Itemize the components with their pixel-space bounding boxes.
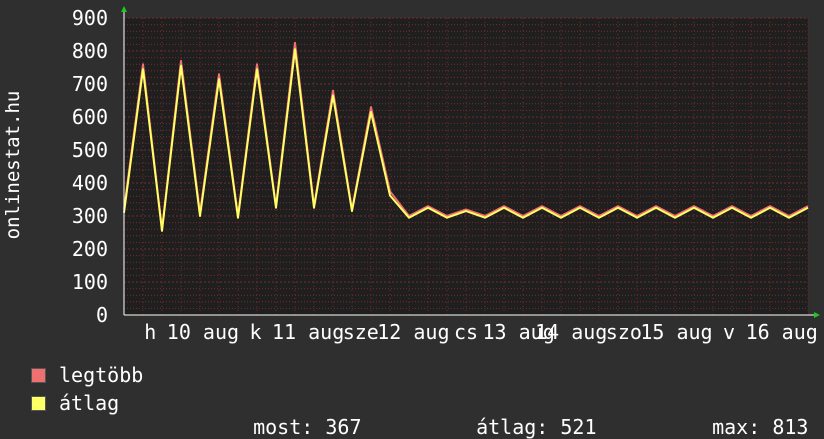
y-tick-label: 700 [72, 72, 108, 96]
y-tick-label: 900 [72, 6, 108, 30]
stat-most-value: 367 [325, 415, 362, 439]
x-tick-label: k [250, 320, 262, 344]
x-tick-label: h [144, 320, 156, 344]
x-tick-label: v [723, 320, 735, 344]
y-tick-label: 400 [72, 171, 108, 195]
x-tick-label: szo [606, 320, 642, 344]
y-tick-label: 300 [72, 204, 108, 228]
y-tick-label: 100 [72, 270, 108, 294]
legend-item-legtobb: legtöbb [31, 363, 143, 387]
x-tick-label: 11 aug [272, 320, 344, 344]
y-tick-label: 800 [72, 39, 108, 63]
stat-atlag: átlag: 521 [452, 391, 597, 439]
chart-canvas: 0 100 200 300 400 500 600 700 800 900 h 10 aug k 11 a… [72, 6, 820, 344]
x-tick-label: sze [343, 320, 379, 344]
stat-max: max: 813 [688, 391, 808, 439]
y-tick-label: 500 [72, 138, 108, 162]
x-axis-arrow [814, 312, 820, 318]
y-axis-label: onlinestat.hu [2, 90, 24, 240]
y-axis-arrow [121, 6, 127, 12]
x-tick-label: 16 aug [746, 320, 818, 344]
stat-max-label: max: [712, 415, 761, 439]
legend-label-legtobb: legtöbb [59, 363, 144, 387]
stat-most: most: 367 [229, 391, 361, 439]
y-tick-label: 0 [96, 303, 108, 327]
x-tick-label: cs [454, 320, 478, 344]
x-tick-label: 14 aug [535, 320, 607, 344]
x-tick-label: 10 aug [167, 320, 239, 344]
y-tick-label: 600 [72, 105, 108, 129]
legend-swatch-atlag [31, 395, 46, 411]
stat-most-label: most: [253, 415, 314, 439]
x-tick-label: 15 aug [640, 320, 712, 344]
legend-item-atlag: átlag [31, 391, 119, 415]
stat-atlag-label: átlag: [476, 415, 549, 439]
stat-atlag-value: 521 [560, 415, 597, 439]
legend-label-atlag: átlag [59, 391, 120, 415]
legend-swatch-legtobb [31, 367, 46, 383]
stat-max-value: 813 [772, 415, 809, 439]
y-tick-label: 200 [72, 237, 108, 261]
x-tick-label: 12 aug [377, 320, 449, 344]
